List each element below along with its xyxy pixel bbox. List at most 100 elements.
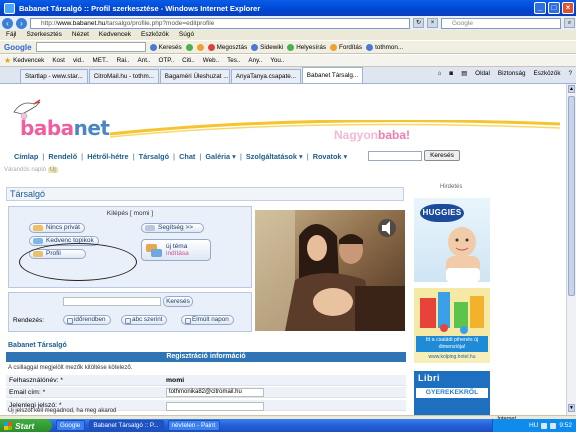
help-menu[interactable]: ? xyxy=(568,70,572,77)
refresh-icon[interactable]: ↻ xyxy=(413,18,424,28)
nav-chat[interactable]: Chat xyxy=(179,152,195,161)
nav-galeria[interactable]: Galéria ▾ xyxy=(205,152,235,161)
menu-edit[interactable]: Szerkesztés xyxy=(26,30,61,40)
menu-bar: Fájl Szerkesztés Nézet Kedvencek Eszközö… xyxy=(0,30,576,40)
favorite-item[interactable]: Citi.. xyxy=(182,57,195,64)
favorite-item[interactable]: Kost xyxy=(52,57,65,64)
forward-icon[interactable]: › xyxy=(16,17,27,29)
menu-tools[interactable]: Eszközök xyxy=(141,30,169,40)
ad-url[interactable]: www.kolping.hotel.hu xyxy=(416,354,488,360)
task-google[interactable]: Google xyxy=(56,420,86,431)
site-search-input[interactable] xyxy=(368,151,422,161)
share-icon[interactable] xyxy=(185,43,193,51)
feeds-icon[interactable]: ◙ xyxy=(449,70,453,77)
subbar-link[interactable]: Várandós napló xyxy=(4,167,46,173)
nav-rendelo[interactable]: Rendelő xyxy=(48,152,77,161)
tab-startlap[interactable]: Startlap - www.star... xyxy=(20,69,88,83)
favorite-item[interactable]: OTP.. xyxy=(159,57,175,64)
chevron-down-icon: ▾ xyxy=(298,152,303,161)
nav-tarsalgo[interactable]: Társalgó xyxy=(139,152,169,161)
safety-menu[interactable]: Biztonság xyxy=(498,70,526,77)
command-bar: ⌂ ◙ ▤ Oldal Biztonság Eszközök ? xyxy=(438,70,572,77)
browser-search-input[interactable]: Google xyxy=(441,17,561,29)
back-icon[interactable]: ‹ xyxy=(2,17,13,29)
search-icon xyxy=(149,43,157,51)
google-search-input[interactable] xyxy=(35,42,146,52)
scroll-up-arrow[interactable]: ▲ xyxy=(568,85,575,93)
task-paint[interactable]: névtelen - Paint xyxy=(167,420,221,431)
toolbar-share[interactable]: Megosztás xyxy=(207,43,247,51)
favorite-item[interactable]: Any.. xyxy=(248,57,262,64)
favorite-item[interactable]: You.. xyxy=(270,57,284,64)
no-private-button[interactable]: Nincs privát xyxy=(29,223,85,233)
tab-bagameri[interactable]: Bagaméri Úleshuzat ... xyxy=(159,69,230,83)
bookmark-icon[interactable] xyxy=(196,43,204,51)
toolbar-search[interactable]: Keresés xyxy=(149,43,182,51)
minimize-button[interactable]: _ xyxy=(534,2,546,14)
menu-file[interactable]: Fájl xyxy=(6,30,16,40)
menu-view[interactable]: Nézet xyxy=(72,30,89,40)
stop-icon[interactable]: × xyxy=(427,18,438,28)
favorites-button[interactable]: ★ Kedvencek xyxy=(4,56,44,65)
chevron-down-icon: ▾ xyxy=(343,152,348,161)
toolbar-translate[interactable]: Fordítás xyxy=(329,43,362,51)
huggies-ad[interactable]: HUGGIES xyxy=(414,198,490,282)
forum-breadcrumb[interactable]: Babanet Társalgó xyxy=(8,342,67,349)
tab-citromail[interactable]: CitroMail.hu - tothm... xyxy=(88,69,159,83)
spellcheck-icon xyxy=(287,43,295,51)
username-value: momi xyxy=(166,377,185,384)
kolping-hotel-ad[interactable]: Itt a családi pihenés új dimenziója! www… xyxy=(414,288,490,363)
libri-ad[interactable]: Libri GYEREKEKRŐL xyxy=(414,371,490,415)
favorite-item[interactable]: Rai.. xyxy=(117,57,130,64)
tab-babanet[interactable]: Babanet Társalg... xyxy=(301,67,364,83)
window-titlebar[interactable]: Babanet Társalgó :: Profil szerkesztése … xyxy=(0,0,576,16)
favorite-item[interactable]: Ant.. xyxy=(138,57,151,64)
nav-cimlap[interactable]: Címlap xyxy=(14,152,38,161)
maximize-button[interactable]: □ xyxy=(548,2,560,14)
volume-icon[interactable] xyxy=(550,422,557,429)
page-menu[interactable]: Oldal xyxy=(475,70,490,77)
favorite-item[interactable]: Tes.. xyxy=(227,57,240,64)
email-label: Email cím: * xyxy=(9,389,46,396)
sort-by-time-radio[interactable]: időrendben xyxy=(63,315,111,325)
tab-anyatanya[interactable]: AnyaTanya.csapate... xyxy=(230,69,301,83)
close-button[interactable]: × xyxy=(562,2,574,14)
site-slogan: Nagyonbaba! xyxy=(334,128,411,142)
network-icon[interactable] xyxy=(541,422,548,429)
new-badge: Új xyxy=(48,167,58,173)
nav-rovatok[interactable]: Rovatok ▾ xyxy=(313,152,348,161)
toolbar-spellcheck[interactable]: Helyesírás xyxy=(287,43,326,51)
scroll-thumb[interactable] xyxy=(568,96,575,296)
url-input[interactable]: http://www.babanet.hu/tarsalgo/profile.p… xyxy=(30,17,410,29)
password-field[interactable] xyxy=(166,402,264,411)
new-topic-button[interactable]: új téma indítása xyxy=(141,239,211,261)
logout-link[interactable]: Kilépés [ momi ] xyxy=(9,207,251,221)
vertical-scrollbar[interactable]: ▲ ▼ xyxy=(566,84,576,415)
sort-last-day-radio[interactable]: Elmúlt napon xyxy=(181,315,234,325)
scroll-down-arrow[interactable]: ▼ xyxy=(568,404,575,412)
video-ad[interactable] xyxy=(255,210,405,331)
toolbar-account[interactable]: tothmon... xyxy=(366,43,403,51)
forum-search-input[interactable] xyxy=(63,297,161,306)
search-icon[interactable]: ⌕ xyxy=(564,18,575,28)
forum-search-button[interactable]: Keresés xyxy=(163,296,193,307)
favorite-item[interactable]: vid.. xyxy=(73,57,85,64)
site-search-button[interactable]: Keresés xyxy=(424,150,460,161)
nav-szolgaltatasok[interactable]: Szolgáltatások ▾ xyxy=(246,152,303,161)
email-field[interactable]: tothmonika82@citromail.hu xyxy=(166,388,264,397)
task-babanet[interactable]: Babanet Társalgó :: P... xyxy=(89,420,164,431)
favorite-item[interactable]: Web.. xyxy=(203,57,219,64)
nav-hetrol-hetre[interactable]: Hétről-hétre xyxy=(87,152,128,161)
help-button[interactable]: Segítség >> xyxy=(141,223,205,233)
menu-help[interactable]: Súgó xyxy=(179,30,194,40)
sort-by-abc-radio[interactable]: abc szerint xyxy=(121,315,168,325)
favorite-item[interactable]: MET.. xyxy=(93,57,109,64)
chat-bubbles-icon xyxy=(146,244,162,257)
tools-menu[interactable]: Eszközök xyxy=(534,70,561,77)
home-icon[interactable]: ⌂ xyxy=(438,70,442,77)
print-icon[interactable]: ▤ xyxy=(461,70,467,77)
start-button[interactable]: Start xyxy=(0,419,52,432)
language-indicator[interactable]: HU xyxy=(529,422,538,429)
menu-favorites[interactable]: Kedvencek xyxy=(99,30,131,40)
toolbar-sidewiki[interactable]: Sidewiki xyxy=(251,43,283,51)
